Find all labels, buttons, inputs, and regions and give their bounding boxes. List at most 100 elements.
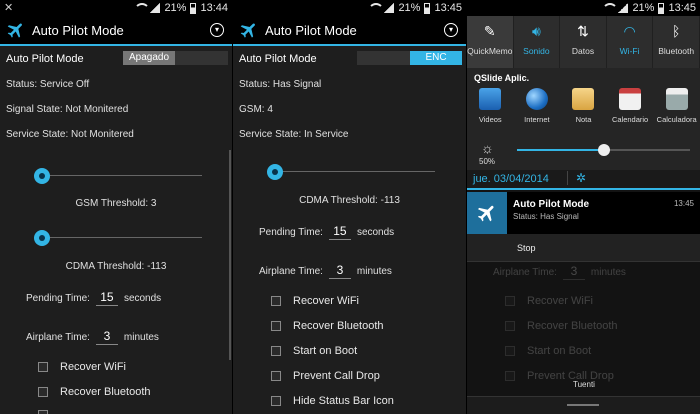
slider-thumb[interactable]: [34, 168, 50, 184]
notification-item[interactable]: Auto Pilot Mode Status: Has Signal 13:45: [467, 192, 700, 234]
quickmemo-toggle[interactable]: ✎ QuickMemo: [467, 16, 514, 68]
checkbox-box[interactable]: [271, 371, 281, 381]
app-title: Auto Pilot Mode: [32, 22, 124, 38]
airplane-time-unit: minutes: [123, 331, 159, 343]
calculator-icon: [665, 88, 688, 110]
prevent-call-drop-checkbox[interactable]: Prevent Call Drop: [271, 370, 380, 382]
mode-toggle[interactable]: ENC: [357, 51, 462, 65]
cdma-threshold-slider[interactable]: [267, 164, 435, 180]
pending-time-unit: seconds: [356, 226, 395, 238]
recover-bluetooth-checkbox[interactable]: Recover Bluetooth: [38, 386, 151, 398]
app-calendario[interactable]: Calendario: [608, 88, 652, 124]
battery-percent: 21%: [632, 2, 655, 14]
brightness-slider[interactable]: [517, 144, 690, 156]
airplane-time-input: 3: [562, 264, 585, 280]
next-checkbox[interactable]: [38, 410, 60, 414]
prevent-call-drop-checkbox: Prevent Call Drop: [505, 370, 614, 382]
overflow-menu-icon[interactable]: ▾: [210, 23, 224, 37]
pending-time-label: Pending Time:: [259, 226, 323, 238]
notification-title: Auto Pilot Mode: [513, 199, 590, 210]
notification-action-row: Stop: [467, 234, 700, 262]
bottom-app-label: Tuenti: [573, 380, 595, 389]
overflow-menu-icon[interactable]: ▾: [444, 23, 458, 37]
app-internet[interactable]: Internet: [515, 88, 559, 124]
service-state-text: Service State: Not Monitered: [6, 129, 134, 140]
checkbox-label: Recover WiFi: [527, 295, 594, 307]
checkbox-box[interactable]: [38, 362, 48, 372]
status-text: Status: Service Off: [6, 79, 90, 90]
quick-setting-label: Wi-Fi: [619, 46, 640, 56]
sound-toggle[interactable]: 🔊︎ Sonido: [514, 16, 561, 68]
gear-icon[interactable]: ✲: [567, 171, 586, 185]
airplane-time-input[interactable]: 3: [95, 329, 118, 345]
shade-handle[interactable]: [467, 396, 700, 414]
quick-setting-label: Datos: [571, 46, 595, 56]
airplane-time-row: Airplane Time: 3 minutes: [26, 329, 159, 345]
gsm-text: GSM: 4: [239, 104, 273, 115]
pending-time-input[interactable]: 15: [328, 224, 351, 240]
clock: 13:45: [434, 2, 462, 14]
notification-shade: 21% 13:45 ✎ QuickMemo 🔊︎ Sonido ⇅ Datos …: [467, 0, 700, 414]
pending-time-input[interactable]: 15: [95, 290, 118, 306]
bluetooth-toggle[interactable]: ᛒ Bluetooth: [653, 16, 700, 68]
slider-track: [267, 171, 435, 172]
data-icon: ⇅: [577, 22, 589, 39]
app-calculadora[interactable]: Calculadora: [655, 88, 699, 124]
status-bar: 21% 13:45: [233, 0, 466, 16]
clock: 13:44: [200, 2, 228, 14]
wifi-signal-icon: [368, 3, 385, 13]
recover-wifi-checkbox[interactable]: Recover WiFi: [38, 361, 126, 373]
slider-thumb[interactable]: [267, 164, 283, 180]
service-state-text: Service State: In Service: [239, 129, 349, 140]
videos-icon: [479, 88, 502, 110]
mode-toggle[interactable]: Apagado: [123, 51, 228, 65]
data-toggle[interactable]: ⇅ Datos: [560, 16, 607, 68]
checkbox-box[interactable]: [38, 387, 48, 397]
app-nota[interactable]: Nota: [561, 88, 605, 124]
scrollbar[interactable]: [229, 150, 231, 360]
hide-status-bar-icon-checkbox[interactable]: Hide Status Bar Icon: [271, 395, 394, 407]
airplane-time-label: Airplane Time:: [26, 331, 90, 343]
bluetooth-icon: ᛒ: [671, 23, 681, 39]
action-bar: Auto Pilot Mode ▾: [233, 16, 466, 46]
app-videos[interactable]: Videos: [468, 88, 512, 124]
start-on-boot-checkbox[interactable]: Start on Boot: [271, 345, 357, 357]
wifi-toggle[interactable]: ◠ Wi-Fi: [607, 16, 654, 68]
recover-wifi-checkbox[interactable]: Recover WiFi: [271, 295, 359, 307]
cell-signal-icon: [618, 3, 629, 13]
cdma-threshold-slider[interactable]: [34, 230, 202, 246]
checkbox-box[interactable]: [271, 321, 281, 331]
checkbox-label: Start on Boot: [527, 345, 592, 357]
app-title: Auto Pilot Mode: [265, 22, 357, 38]
drag-handle-icon[interactable]: [567, 404, 599, 406]
quick-settings-bar: ✎ QuickMemo 🔊︎ Sonido ⇅ Datos ◠ Wi-Fi ᛒ …: [467, 16, 700, 68]
slider-thumb[interactable]: [34, 230, 50, 246]
airplane-time-input[interactable]: 3: [328, 263, 351, 279]
stop-button[interactable]: Stop: [517, 243, 536, 253]
pending-time-row: Pending Time: 15 seconds: [259, 224, 394, 240]
checkbox-box: [505, 346, 515, 356]
status-bar: 21% 13:45: [467, 0, 700, 16]
recover-bluetooth-checkbox[interactable]: Recover Bluetooth: [271, 320, 384, 332]
brightness-thumb[interactable]: [597, 144, 610, 156]
wifi-icon: ◠: [623, 22, 636, 39]
airplane-time-row: Airplane Time: 3 minutes: [493, 264, 626, 280]
recover-wifi-checkbox: Recover WiFi: [505, 295, 593, 307]
gsm-threshold-slider[interactable]: [34, 168, 202, 184]
background-app-content: Airplane Time: 3 minutes Recover WiFi Re…: [467, 262, 700, 396]
brightness-fill: [517, 149, 604, 151]
qslide-section: QSlide Aplic. Videos Internet Nota Calen…: [467, 68, 700, 136]
checkbox-box[interactable]: [271, 346, 281, 356]
checkbox-label: Prevent Call Drop: [293, 370, 380, 382]
checkbox-box[interactable]: [271, 296, 281, 306]
airplane-icon: [477, 205, 494, 222]
checkbox-box[interactable]: [271, 396, 281, 406]
signal-state-text: Signal State: Not Monitered: [6, 104, 129, 115]
qslide-apps: Videos Internet Nota Calendario Calculad…: [467, 88, 700, 124]
checkbox-label: Recover Bluetooth: [293, 320, 384, 332]
cdma-threshold-label: CDMA Threshold: -113: [299, 195, 400, 206]
notification-text: Status: Has Signal: [513, 212, 579, 221]
checkbox-label: Recover WiFi: [293, 295, 360, 307]
checkbox-box[interactable]: [38, 410, 48, 414]
airplane-icon: [240, 23, 255, 38]
